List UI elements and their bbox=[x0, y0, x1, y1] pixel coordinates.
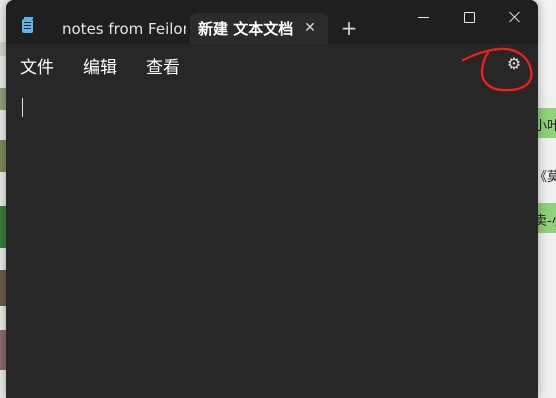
text-caret bbox=[22, 98, 23, 117]
minimize-button[interactable] bbox=[400, 0, 446, 34]
minimize-icon bbox=[417, 16, 429, 18]
tab-notes-from-feilon[interactable]: notes from Feilon bbox=[54, 13, 186, 44]
menu-view[interactable]: 查看 bbox=[146, 53, 180, 78]
maximize-button[interactable] bbox=[446, 0, 492, 34]
menu-bar: 文件 编辑 查看 bbox=[6, 44, 538, 84]
tab-label: 新建 文本文档 bbox=[198, 20, 294, 38]
gear-icon[interactable]: ⚙ bbox=[504, 54, 524, 74]
menu-edit[interactable]: 编辑 bbox=[83, 53, 117, 78]
close-icon bbox=[509, 11, 521, 23]
menu-file[interactable]: 文件 bbox=[20, 53, 54, 78]
tab-label: notes from Feilon bbox=[62, 19, 186, 38]
close-icon[interactable]: ✕ bbox=[300, 18, 320, 38]
maximize-icon bbox=[463, 11, 475, 23]
text-editor[interactable] bbox=[6, 84, 538, 398]
notepad-window: notes from Feilon 新建 文本文档 ✕ + 文件 编辑 查看 ⚙ bbox=[6, 0, 538, 398]
tab-new-text-document[interactable]: 新建 文本文档 ✕ bbox=[190, 13, 328, 44]
plus-icon[interactable]: + bbox=[338, 17, 360, 39]
title-bar[interactable]: notes from Feilon 新建 文本文档 ✕ + bbox=[6, 0, 538, 44]
notepad-icon bbox=[22, 17, 33, 33]
close-window-button[interactable] bbox=[492, 0, 538, 34]
